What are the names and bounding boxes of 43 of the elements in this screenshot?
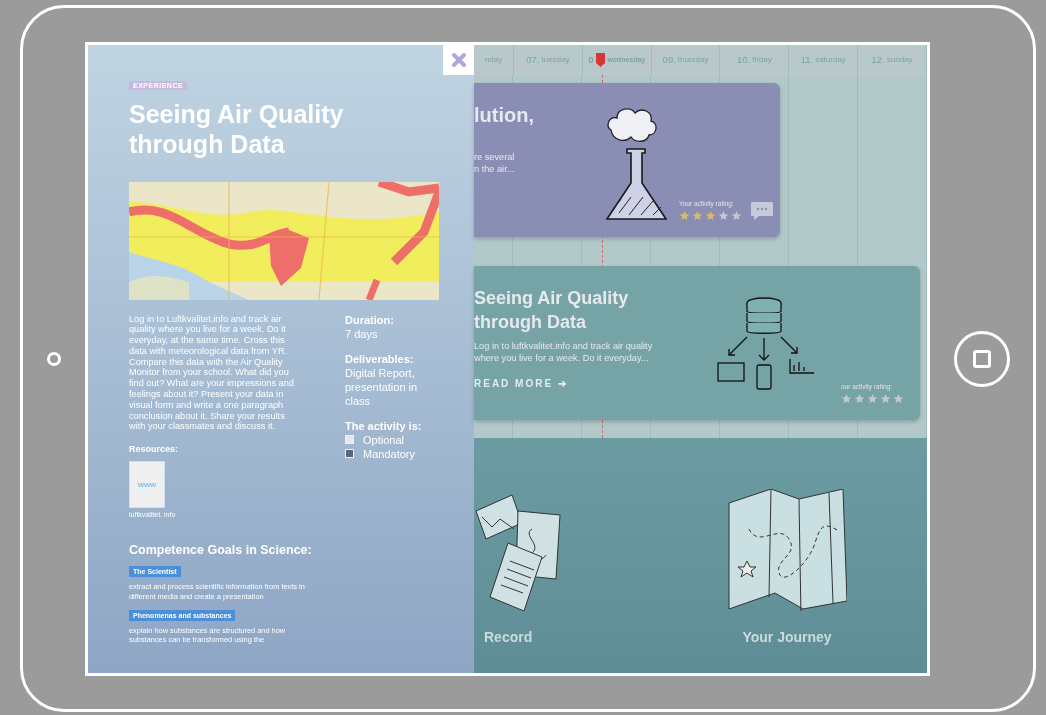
star-icon — [880, 392, 891, 404]
close-icon — [450, 51, 467, 68]
detail-label: Duration: — [345, 313, 395, 327]
resources-label: Resources: — [129, 444, 180, 455]
day-header[interactable]: 12. sunday — [858, 44, 927, 75]
star-icon — [867, 392, 878, 404]
star-icon — [718, 209, 729, 221]
checkbox[interactable] — [345, 449, 354, 458]
card-text: n the air... — [474, 162, 516, 175]
card-text: where you live for a week. Do it everyday... — [474, 351, 650, 364]
activity-title: Seeing Air Quality through Data — [129, 98, 345, 159]
detail-label: Deliverables: — [345, 352, 415, 366]
star-icon — [692, 209, 703, 221]
star-icon — [893, 392, 904, 404]
activity-type-label: The activity is: — [345, 419, 423, 433]
card-text: re several — [474, 150, 516, 163]
today-marker-icon — [595, 52, 605, 67]
checkbox-label: Optional — [363, 432, 404, 447]
detail-value: Digital Report, presentation in class — [345, 365, 419, 408]
camera-icon — [47, 351, 61, 366]
section-label[interactable]: Your Journey — [742, 628, 832, 645]
close-button[interactable] — [443, 44, 474, 75]
home-button[interactable] — [953, 330, 1010, 387]
detail-value: 7 days — [345, 326, 379, 341]
goals-heading: Competence Goals in Science: — [129, 543, 313, 558]
star-icon — [679, 209, 690, 221]
read-more-link[interactable]: READ MORE ➔ — [474, 377, 568, 389]
card-text: Log in to luftkvalitet.info and track air quality — [474, 339, 654, 352]
day-header[interactable]: 09. thursday — [651, 44, 721, 75]
star-icon — [731, 209, 742, 221]
checkbox-label: Mandatory — [363, 446, 415, 461]
resource-link[interactable]: www — [129, 461, 165, 509]
star-icon — [705, 209, 716, 221]
checkbox[interactable] — [345, 435, 354, 444]
card-title: Seeing Air Quality through Data — [474, 286, 630, 334]
day-header[interactable]: 07. tuesday — [514, 44, 583, 75]
star-icon — [841, 392, 852, 404]
chat-bubble-icon[interactable] — [750, 200, 774, 221]
section-label[interactable]: Record — [484, 628, 533, 645]
day-header[interactable]: nday — [474, 44, 514, 75]
activity-description: Log in to Luftkvalitet.info and track air quality where you live for a week. Do it everyday, at the same time. Cross this data with meteorological data from YR. Compare this data with the Air Quality Monitor from your school. What did you find out? What are your impressions and feelings about it? Present your data in visual form and write a one paragraph conclusion about it. Share your results with your classmates and discuss it. — [129, 313, 295, 433]
card-title: lution, — [474, 102, 535, 127]
star-icon — [854, 392, 865, 404]
